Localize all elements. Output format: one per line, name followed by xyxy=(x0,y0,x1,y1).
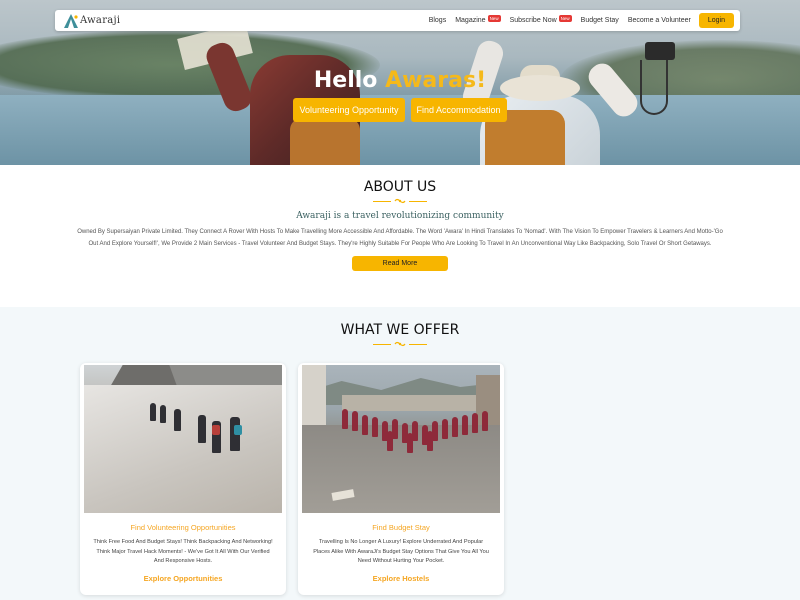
nav-become-volunteer-label: Become a Volunteer xyxy=(627,17,691,24)
image-hiker xyxy=(160,405,166,423)
nav-links: Blogs Magazine New Subscribe Now New Bud… xyxy=(420,13,740,28)
new-badge: New xyxy=(487,14,501,22)
image-monk xyxy=(407,433,413,453)
image-monk xyxy=(342,409,348,429)
hero-backpack-left xyxy=(290,118,360,165)
nav-budget-stay-label: Budget Stay xyxy=(580,17,619,24)
explore-opportunities-link[interactable]: Explore Opportunities xyxy=(80,574,286,583)
image-monk xyxy=(362,415,368,435)
logo[interactable]: Awaraji xyxy=(63,10,120,31)
read-more-button[interactable]: Read More xyxy=(352,256,448,271)
nav-magazine[interactable]: Magazine New xyxy=(455,14,501,24)
nav-blogs[interactable]: Blogs xyxy=(429,17,447,24)
volunteering-card-title: Find Volunteering Opportunities xyxy=(130,523,236,532)
image-monk xyxy=(482,411,488,431)
volunteering-card-image xyxy=(84,365,282,513)
login-button[interactable]: Login xyxy=(698,13,734,28)
about-section: ABOUT US Awaraji is a travel revolutioni… xyxy=(0,165,800,307)
divider-line xyxy=(409,343,427,345)
budget-stay-card-title: Find Budget Stay xyxy=(372,523,430,532)
image-backpack xyxy=(234,425,242,435)
hero-title: Hello Awaras! xyxy=(0,68,800,93)
logo-tent-icon xyxy=(64,13,78,28)
offer-title: WHAT WE OFFER xyxy=(340,322,460,338)
image-monk xyxy=(372,417,378,437)
top-navbar: Awaraji Blogs Magazine New Subscribe Now… xyxy=(55,10,740,31)
divider-ornament-icon xyxy=(394,198,406,204)
image-monk xyxy=(462,415,468,435)
nav-subscribe-label: Subscribe Now xyxy=(509,17,557,24)
budget-stay-card-image xyxy=(302,365,500,513)
image-monk xyxy=(352,411,358,431)
image-hiker xyxy=(174,409,181,431)
volunteering-card[interactable]: Find Volunteering Opportunities Think Fr… xyxy=(80,363,286,595)
hero-title-hello: Hello xyxy=(313,68,378,93)
budget-stay-card-text: Travelling Is No Longer A Luxury! Explor… xyxy=(313,539,489,564)
image-backpack xyxy=(212,425,220,435)
nav-become-volunteer[interactable]: Become a Volunteer xyxy=(628,17,691,24)
new-badge: New xyxy=(558,14,572,22)
image-snow-slope xyxy=(84,385,282,513)
about-title: ABOUT US xyxy=(363,179,437,195)
nav-magazine-label: Magazine xyxy=(455,17,486,24)
offer-cards: Find Volunteering Opportunities Think Fr… xyxy=(80,361,510,600)
about-body: Owned By Supersaiyan Private Limited. Th… xyxy=(77,229,723,247)
divider-line xyxy=(409,200,427,202)
image-monk xyxy=(452,417,458,437)
offer-divider xyxy=(0,340,800,348)
image-hiker xyxy=(150,403,156,421)
image-monk xyxy=(472,413,478,433)
image-monk xyxy=(387,431,393,451)
image-monk xyxy=(427,431,433,451)
camera-icon xyxy=(645,42,675,60)
hero-buttons: Volunteering Opportunity Find Accommodat… xyxy=(0,98,800,122)
about-subtitle: Awaraji is a travel revolutionizing comm… xyxy=(296,211,504,221)
hero-title-awaras: Awaras! xyxy=(385,68,487,93)
volunteering-card-text: Think Free Food And Budget Stays! Think … xyxy=(93,539,273,564)
image-monk xyxy=(442,419,448,439)
nav-subscribe-now[interactable]: Subscribe Now New xyxy=(509,14,572,24)
image-monks-group xyxy=(342,409,492,453)
about-divider xyxy=(0,197,800,205)
explore-hostels-link[interactable]: Explore Hostels xyxy=(298,574,504,583)
image-hiker xyxy=(198,415,206,443)
nav-budget-stay[interactable]: Budget Stay xyxy=(581,17,619,24)
offer-section: WHAT WE OFFER Find Volunteering Opportun… xyxy=(0,307,800,600)
budget-stay-card[interactable]: Find Budget Stay Travelling Is No Longer… xyxy=(298,363,504,595)
divider-ornament-icon xyxy=(394,341,406,347)
volunteering-opportunity-button[interactable]: Volunteering Opportunity xyxy=(293,98,405,122)
divider-line xyxy=(373,343,391,345)
find-accommodation-button[interactable]: Find Accommodation xyxy=(410,98,507,122)
logo-text: Awaraji xyxy=(80,15,121,26)
nav-blogs-label: Blogs xyxy=(428,17,447,24)
divider-line xyxy=(373,200,391,202)
